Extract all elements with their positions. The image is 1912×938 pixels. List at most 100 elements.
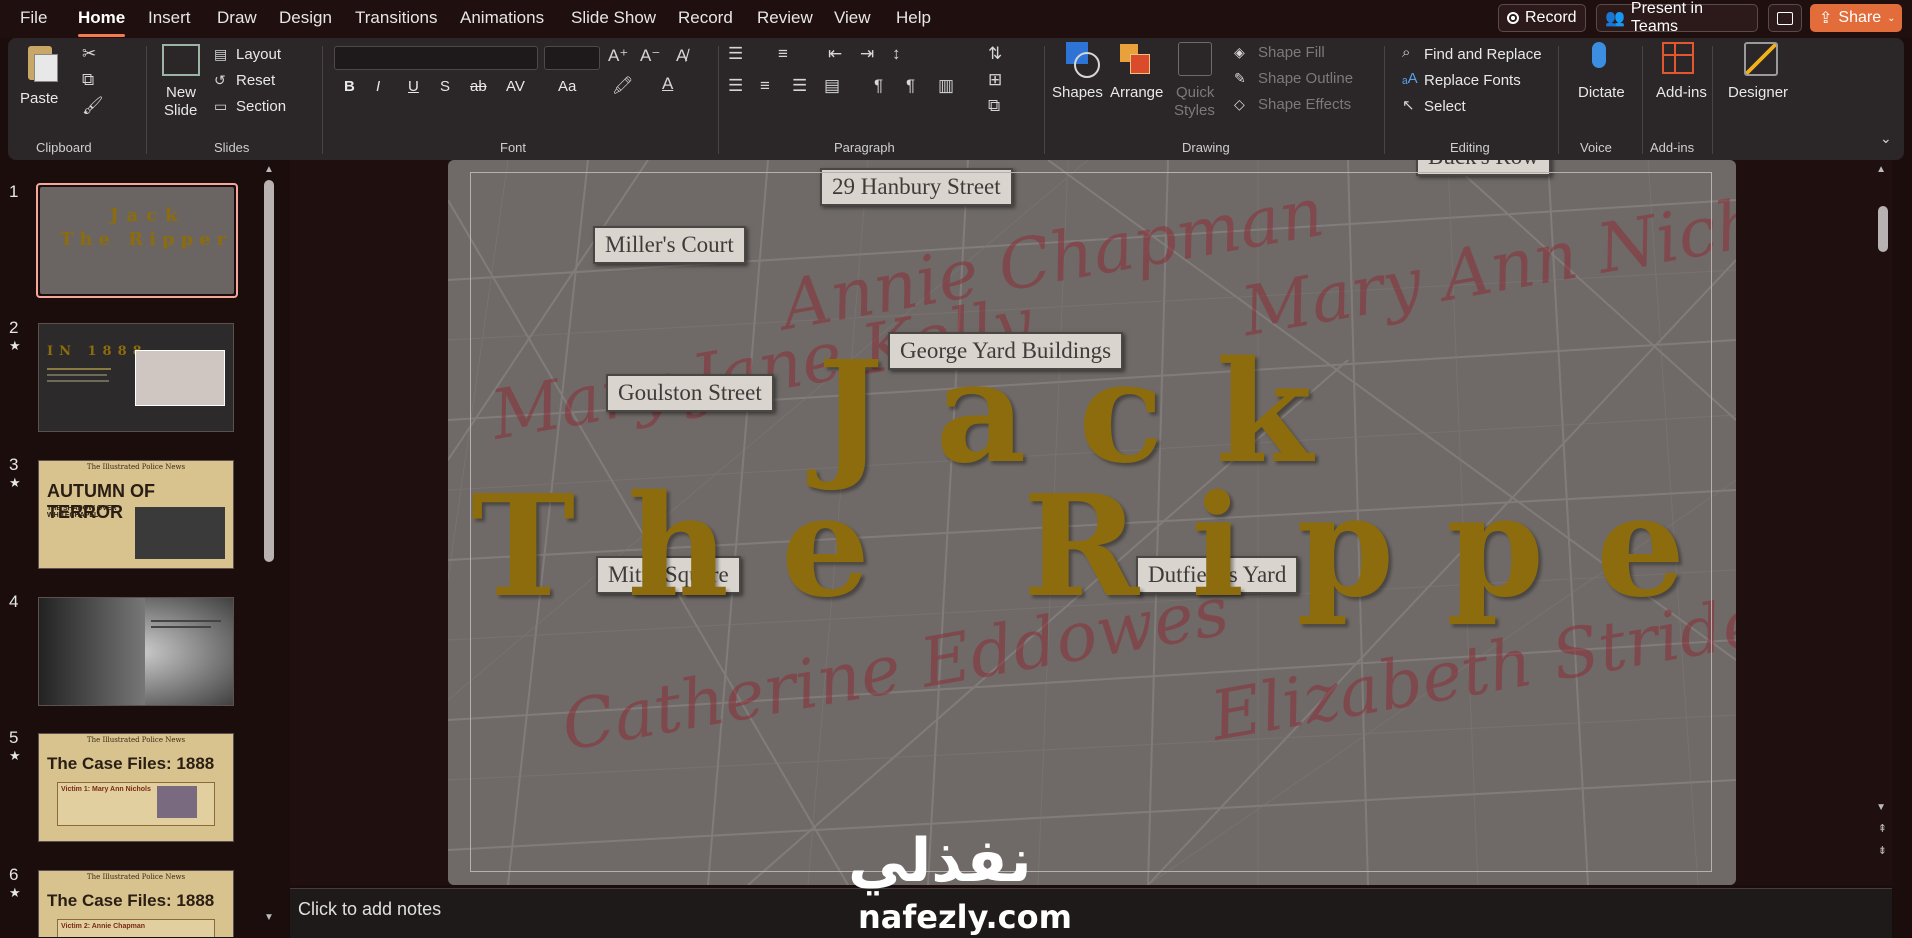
thumb-masthead: The Illustrated Police News — [86, 463, 186, 471]
shapes-button[interactable]: Shapes — [1052, 40, 1108, 122]
tab-home[interactable]: Home — [78, 8, 126, 37]
tab-review[interactable]: Review — [757, 8, 813, 28]
select-button[interactable]: Select — [1424, 98, 1466, 115]
rtl-icon[interactable]: ¶ — [906, 76, 915, 96]
find-replace-button[interactable]: Find and Replace — [1424, 46, 1542, 63]
format-painter-icon[interactable]: 🖌 — [82, 96, 104, 116]
slide-thumbnail-3[interactable]: The Illustrated Police News AUTUMN OF TE… — [38, 460, 234, 569]
slide-thumbnail-1[interactable]: Jack The Ripper — [36, 183, 238, 298]
tab-animations[interactable]: Animations — [460, 8, 544, 28]
slide-thumbnails-panel: 1 Jack The Ripper 2 ★ IN 1888 3 ★ The Il… — [0, 160, 280, 937]
new-slide-button[interactable]: New Slide — [154, 42, 206, 122]
strikethrough-button[interactable]: ab — [470, 78, 487, 95]
slide-thumbnail-5[interactable]: The Illustrated Police News The Case Fil… — [38, 733, 234, 842]
font-name-combo[interactable] — [334, 46, 538, 70]
font-size-combo[interactable] — [544, 46, 600, 70]
next-slide-icon[interactable]: ⇟ — [1878, 844, 1887, 857]
line-spacing-icon[interactable]: ↕ — [892, 44, 901, 64]
tab-design[interactable]: Design — [279, 8, 332, 28]
reset-button[interactable]: Reset — [236, 72, 275, 89]
ltr-icon[interactable]: ¶ — [874, 76, 883, 96]
clipboard-group-label: Clipboard — [36, 140, 92, 155]
slide-number: 3 — [9, 455, 19, 474]
tab-view[interactable]: View — [834, 8, 871, 28]
tab-record[interactable]: Record — [678, 8, 733, 28]
addins-group-label: Add-ins — [1650, 140, 1695, 155]
copy-icon[interactable]: ⧉ — [82, 70, 94, 90]
text-direction-icon[interactable]: ⇅ — [988, 44, 1002, 64]
quick-styles-button[interactable]: Quick Styles — [1170, 40, 1220, 130]
designer-button[interactable]: Designer — [1720, 40, 1800, 130]
new-slide-label-2: Slide — [164, 102, 198, 119]
section-button[interactable]: Section — [236, 98, 286, 115]
increase-indent-icon[interactable]: ⇥ — [860, 44, 874, 64]
thumb-title: Jack — [110, 205, 186, 226]
slide-thumbnail-6[interactable]: The Illustrated Police News The Case Fil… — [38, 870, 234, 937]
italic-button[interactable]: I — [376, 78, 380, 95]
arrange-button[interactable]: Arrange — [1110, 40, 1166, 122]
notes-placeholder[interactable]: Click to add notes — [298, 899, 441, 920]
slide-number: 2 — [9, 318, 19, 337]
tab-help[interactable]: Help — [896, 8, 931, 28]
present-in-teams-button[interactable]: 👥 Present in Teams — [1596, 0, 1758, 35]
collapse-ribbon-icon[interactable]: ⌄ — [1880, 130, 1892, 147]
designer-icon — [1744, 42, 1778, 76]
font-color-icon[interactable]: A — [662, 74, 673, 94]
thumbnail-scrollbar[interactable] — [264, 180, 274, 562]
numbering-icon[interactable]: ≡ — [778, 44, 788, 64]
bold-button[interactable]: B — [344, 78, 355, 95]
slide-number: 1 — [9, 182, 19, 201]
new-slide-icon — [162, 44, 200, 76]
canvas-scrollbar[interactable] — [1878, 206, 1888, 252]
cut-icon[interactable]: ✂ — [82, 44, 96, 64]
reset-icon: ↺ — [214, 72, 226, 88]
shape-effects-button[interactable]: Shape Effects — [1258, 96, 1351, 113]
paste-button[interactable]: Paste — [18, 44, 64, 116]
share-button[interactable]: ⇪ Share ⌄ — [1810, 4, 1902, 32]
align-right-icon[interactable]: ☰ — [792, 76, 807, 96]
scroll-up-icon[interactable]: ▲ — [1876, 164, 1886, 175]
columns-icon[interactable]: ▥ — [938, 76, 954, 96]
slide-thumbnail-2[interactable]: IN 1888 — [38, 323, 234, 432]
smartart-icon[interactable]: ⧉ — [988, 96, 1000, 116]
align-left-icon[interactable]: ☰ — [728, 76, 743, 96]
tab-insert[interactable]: Insert — [148, 8, 191, 28]
justify-icon[interactable]: ▤ — [824, 76, 840, 96]
paste-icon — [28, 46, 58, 82]
decrease-indent-icon[interactable]: ⇤ — [828, 44, 842, 64]
title-placeholder[interactable]: Jack The Ripper — [470, 172, 1736, 872]
scroll-down-icon[interactable]: ▼ — [1876, 802, 1886, 813]
clear-formatting-icon[interactable]: A̸ — [676, 46, 687, 66]
bullets-icon[interactable]: ☰ — [728, 44, 743, 64]
scroll-down-icon[interactable]: ▼ — [264, 912, 274, 923]
separator — [1384, 46, 1385, 154]
char-spacing-button[interactable]: AV — [506, 78, 525, 95]
underline-button[interactable]: U — [408, 78, 419, 95]
previous-slide-icon[interactable]: ⇞ — [1878, 822, 1887, 835]
comments-button[interactable] — [1768, 4, 1802, 32]
scroll-up-icon[interactable]: ▲ — [264, 164, 274, 175]
highlight-icon[interactable]: 🖍 — [612, 76, 634, 96]
shape-outline-button[interactable]: Shape Outline — [1258, 70, 1353, 87]
tab-file[interactable]: File — [20, 8, 47, 28]
record-icon — [1507, 12, 1519, 24]
shadow-button[interactable]: S — [440, 78, 450, 95]
current-slide[interactable]: Annie Chapman Mary Ann Nichols Mary Jane… — [448, 160, 1736, 885]
slide-thumbnail-4[interactable] — [38, 597, 234, 706]
change-case-button[interactable]: Aa — [558, 78, 576, 95]
layout-button[interactable]: Layout — [236, 46, 281, 63]
decrease-font-icon[interactable]: A⁻ — [640, 46, 660, 66]
align-center-icon[interactable]: ≡ — [760, 76, 770, 96]
tab-slide-show[interactable]: Slide Show — [571, 8, 656, 28]
addins-button[interactable]: Add-ins — [1648, 40, 1712, 130]
record-button[interactable]: Record — [1498, 4, 1586, 32]
dictate-button[interactable]: Dictate — [1572, 40, 1632, 130]
tab-draw[interactable]: Draw — [217, 8, 257, 28]
align-text-icon[interactable]: ⊞ — [988, 70, 1002, 90]
shape-fill-button[interactable]: Shape Fill — [1258, 44, 1325, 61]
replace-fonts-button[interactable]: Replace Fonts — [1424, 72, 1521, 89]
tab-transitions[interactable]: Transitions — [355, 8, 438, 28]
record-label: Record — [1525, 9, 1577, 26]
increase-font-icon[interactable]: A⁺ — [608, 46, 628, 66]
notes-pane[interactable]: Click to add notes — [290, 888, 1892, 938]
